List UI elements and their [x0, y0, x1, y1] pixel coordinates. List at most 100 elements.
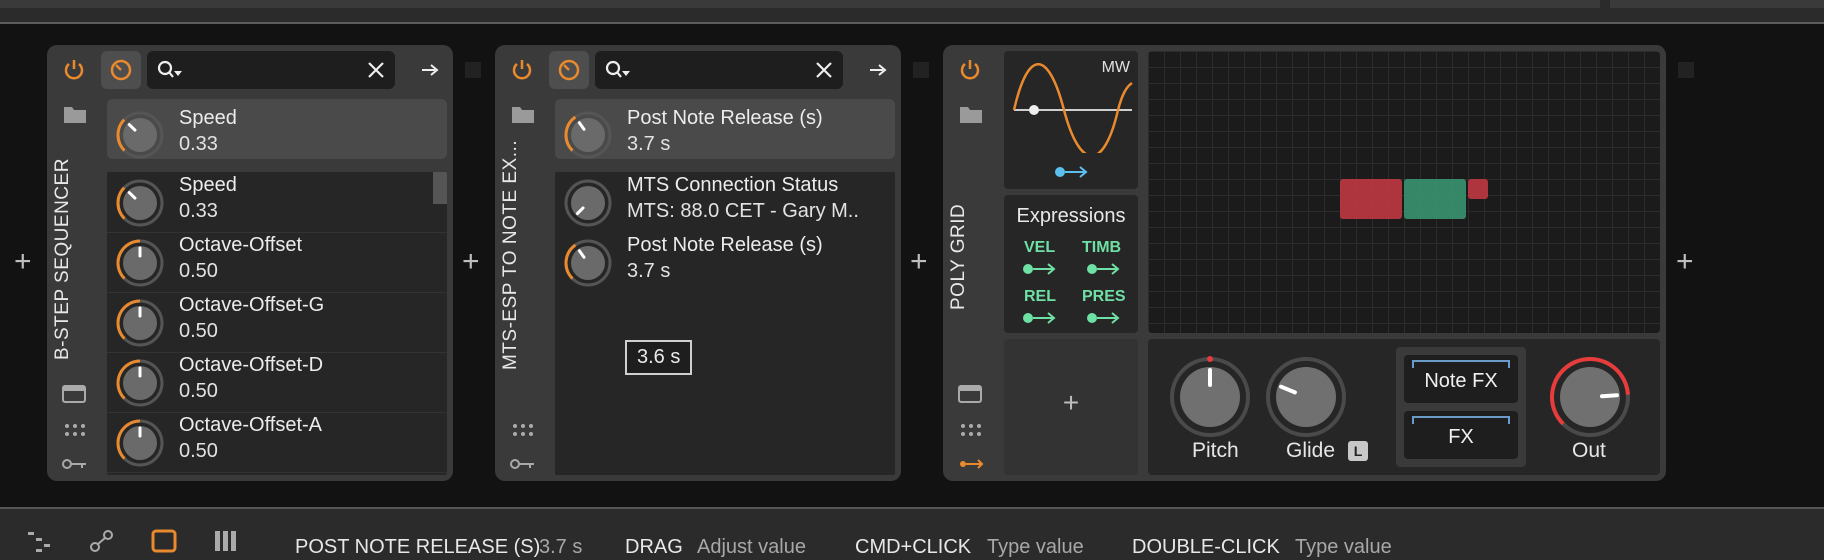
remote-controls-button[interactable] [101, 51, 141, 89]
parameter-knob[interactable] [113, 108, 167, 162]
glide-knob[interactable] [1264, 355, 1348, 439]
param-name: Octave-Offset-G [179, 294, 325, 316]
selected-param[interactable]: Post Note Release (s) 3.7 s [555, 99, 895, 159]
parameter-knob[interactable] [113, 296, 167, 350]
power-icon[interactable] [959, 59, 981, 81]
folder-icon[interactable] [511, 104, 535, 124]
fx-button[interactable]: FX [1404, 411, 1518, 459]
lfo-label: MW [1101, 59, 1130, 76]
window-icon[interactable] [958, 385, 982, 403]
knob-mini-icon [558, 59, 580, 81]
modulation-key-icon[interactable] [62, 457, 88, 471]
modulation-arrow-icon[interactable] [1086, 310, 1122, 326]
expression-pres: PRES [1082, 288, 1126, 305]
device-view-icon[interactable] [150, 529, 178, 553]
add-device-button[interactable]: + [1676, 245, 1694, 279]
param-value: 3.7 s [627, 260, 671, 282]
parameter-knob[interactable] [113, 416, 167, 470]
tree-view-icon[interactable] [26, 529, 54, 553]
hint-value: Adjust value [697, 536, 806, 558]
list-item[interactable]: Octave-Offset-G 0.50 [107, 292, 447, 353]
folder-icon[interactable] [959, 104, 983, 124]
modulation-arrow-icon[interactable] [1054, 163, 1090, 181]
add-module-box[interactable]: + [1004, 339, 1138, 475]
folder-icon[interactable] [63, 104, 87, 124]
parameter-search[interactable] [595, 51, 843, 89]
expression-rel: REL [1024, 288, 1056, 305]
parameter-search[interactable] [147, 51, 395, 89]
poly-grid-canvas[interactable] [1148, 51, 1660, 333]
add-device-button[interactable]: + [14, 245, 32, 279]
add-device-button[interactable]: + [462, 245, 480, 279]
device-b-step-sequencer: B-STEP SEQUENCER Speed 0.33 Speed 0.33 O… [47, 45, 453, 481]
expression-vel: VEL [1024, 239, 1056, 256]
note-fx-button[interactable]: Note FX [1404, 355, 1518, 403]
list-item[interactable]: Speed 0.33 [107, 172, 447, 233]
device-strip: POLY GRID [943, 45, 997, 481]
power-icon[interactable] [511, 59, 533, 81]
arrow-right-icon[interactable] [419, 61, 441, 79]
modulation-key-icon[interactable] [510, 457, 536, 471]
parameter-knob[interactable] [113, 176, 167, 230]
expressions-panel: Expressions VEL TIMB REL PRES [1004, 195, 1138, 333]
modulation-arrow-icon[interactable] [1086, 261, 1122, 277]
power-icon[interactable] [63, 59, 85, 81]
device-strip: B-STEP SEQUENCER [47, 45, 101, 481]
grid-dots-icon[interactable] [511, 423, 535, 437]
out-knob[interactable] [1548, 355, 1632, 439]
top-bar-track [0, 0, 1600, 8]
clear-search-icon[interactable] [815, 61, 833, 79]
param-value: 0.33 [179, 133, 218, 155]
expression-timb: TIMB [1082, 239, 1122, 256]
param-name: Speed [179, 174, 237, 196]
remote-controls-button[interactable] [549, 51, 589, 89]
modulation-arrow-icon[interactable] [1022, 310, 1058, 326]
mixer-view-icon[interactable] [212, 529, 240, 553]
out-label: Out [1572, 439, 1606, 462]
pitch-knob[interactable] [1168, 355, 1252, 439]
parameter-knob[interactable] [113, 236, 167, 290]
expressions-title: Expressions [1016, 205, 1126, 227]
top-bar-track-right [1610, 0, 1824, 8]
device-header [101, 51, 447, 89]
list-item[interactable]: Octave-Offset-D 0.50 [107, 352, 447, 413]
hint-value: Type value [1295, 536, 1392, 558]
list-item[interactable]: Octave-Offset 0.50 [107, 232, 447, 293]
legato-badge[interactable]: L [1348, 441, 1368, 461]
parameter-knob[interactable] [113, 356, 167, 410]
param-value: MTS: 88.0 CET - Gary M.. [627, 200, 859, 222]
parameter-knob[interactable] [561, 236, 615, 290]
modulation-key-icon[interactable] [958, 457, 984, 471]
mod-wheel-lfo[interactable]: MW [1004, 51, 1138, 189]
hint-key: DOUBLE-CLICK [1132, 536, 1280, 558]
parameter-knob[interactable] [561, 108, 615, 162]
param-name: MTS Connection Status [627, 174, 839, 196]
modulation-arrow-icon[interactable] [1022, 261, 1058, 277]
search-icon [157, 60, 182, 78]
grid-module-green[interactable] [1404, 179, 1466, 219]
pitch-label: Pitch [1192, 439, 1239, 462]
grid-module-small[interactable] [1468, 179, 1488, 199]
window-icon[interactable] [62, 385, 86, 403]
selected-param[interactable]: Speed 0.33 [107, 99, 447, 159]
param-value: 0.50 [179, 260, 218, 282]
list-item[interactable]: Post Note Release (s) 3.7 s [555, 232, 895, 292]
grid-dots-icon[interactable] [959, 423, 983, 437]
add-device-button[interactable]: + [910, 245, 928, 279]
device-slot-marker [913, 62, 929, 78]
routing-icon[interactable] [88, 529, 116, 553]
device-title: B-STEP SEQUENCER [52, 158, 73, 360]
clear-search-icon[interactable] [367, 61, 385, 79]
list-item[interactable]: Octave-Offset-A 0.50 [107, 412, 447, 473]
knob-mini-icon [110, 59, 132, 81]
add-module-button[interactable]: + [1004, 387, 1138, 419]
arrow-right-icon[interactable] [867, 61, 889, 79]
device-title: MTS-ESP TO NOTE EX... [500, 139, 521, 370]
grid-module-red[interactable] [1340, 179, 1402, 219]
param-value: 0.50 [179, 380, 218, 402]
grid-dots-icon[interactable] [63, 423, 87, 437]
list-item[interactable]: MTS Connection Status MTS: 88.0 CET - Ga… [555, 172, 895, 232]
parameter-knob[interactable] [561, 176, 615, 230]
param-value: 3.7 s [627, 133, 671, 155]
device-header [549, 51, 895, 89]
